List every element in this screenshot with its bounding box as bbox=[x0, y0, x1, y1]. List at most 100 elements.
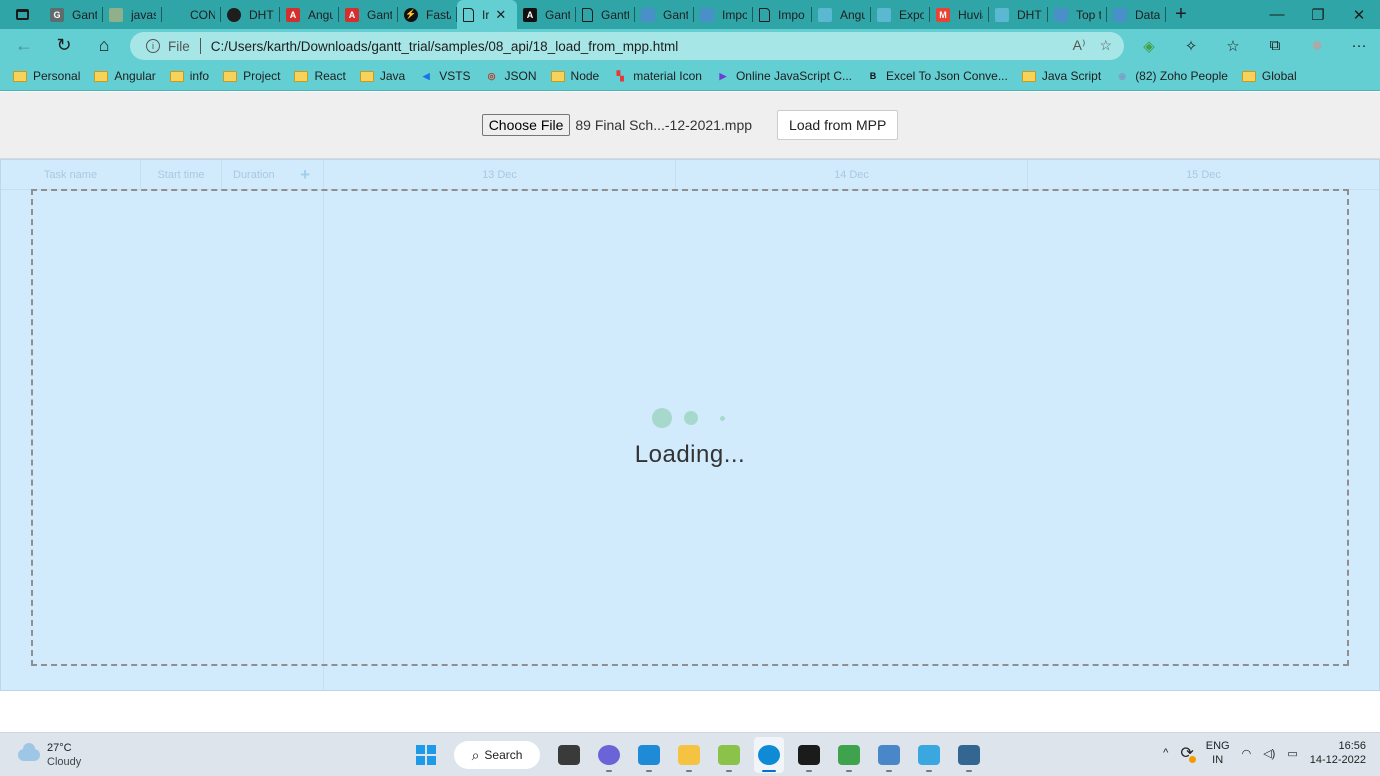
vscode-icon bbox=[638, 745, 660, 765]
column-header-duration[interactable]: Duration + bbox=[222, 160, 324, 190]
gantt-chart: Task name Start time Duration + 13 Dec 1… bbox=[0, 159, 1380, 691]
extensions-icon[interactable]: ✧ bbox=[1170, 37, 1212, 55]
bookmark-item[interactable]: Global bbox=[1241, 69, 1297, 83]
bookmark-item[interactable]: Node bbox=[550, 69, 599, 83]
browser-tab[interactable]: Impo bbox=[694, 0, 753, 29]
browser-tab[interactable]: Angu bbox=[812, 0, 871, 29]
browser-tab[interactable]: Top t bbox=[1048, 0, 1107, 29]
zoho-people-icon: ◉ bbox=[1118, 70, 1127, 81]
browser-tab[interactable]: DHTM bbox=[221, 0, 280, 29]
battery-icon[interactable]: ▭ bbox=[1287, 747, 1297, 760]
volume-icon[interactable]: ◁) bbox=[1263, 747, 1275, 760]
tab-actions-button[interactable] bbox=[0, 0, 44, 29]
bookmark-item[interactable]: B Excel To Json Conve... bbox=[866, 69, 1008, 83]
wifi-icon[interactable]: ◠ bbox=[1242, 747, 1252, 760]
browser-tab[interactable]: G Gantt bbox=[44, 0, 103, 29]
add-favorite-icon[interactable]: ☆ bbox=[1099, 37, 1112, 54]
read-aloud-icon[interactable]: A⁾ bbox=[1073, 37, 1086, 54]
back-button[interactable]: ← bbox=[4, 29, 44, 62]
tab-title: Gantt bbox=[601, 7, 629, 22]
start-button[interactable] bbox=[412, 737, 440, 773]
minimize-button[interactable]: — bbox=[1256, 0, 1298, 29]
taskbar-app-vscode[interactable] bbox=[634, 737, 664, 773]
github-icon bbox=[227, 7, 241, 22]
bookmark-item[interactable]: info bbox=[169, 69, 209, 83]
shield-extension-icon[interactable]: ◈ bbox=[1128, 37, 1170, 55]
browser-tab[interactable]: Ir ✕ bbox=[457, 0, 517, 29]
column-header-task-name[interactable]: Task name bbox=[1, 160, 141, 190]
taskbar-app-app-rocket[interactable] bbox=[834, 737, 864, 773]
taskbar-search[interactable]: ⌕ Search bbox=[454, 741, 540, 769]
refresh-button[interactable]: ↻ bbox=[44, 29, 84, 62]
browser-tab[interactable]: Expor bbox=[871, 0, 930, 29]
browser-tab[interactable]: Impo bbox=[753, 0, 812, 29]
choose-file-button[interactable]: Choose File bbox=[481, 114, 571, 136]
column-header-start-time[interactable]: Start time bbox=[141, 160, 222, 190]
collections-icon[interactable]: ⧉ bbox=[1254, 37, 1296, 54]
bookmark-item[interactable]: Personal bbox=[13, 69, 80, 83]
browser-tab-bar: G Gantt javasc CONS DHTM A Angu A Gantt ⚡ FastA Ir ✕… bbox=[0, 0, 1380, 29]
bookmark-item[interactable]: ▚ material Icon bbox=[613, 69, 702, 83]
browser-tab[interactable]: CONS bbox=[162, 0, 221, 29]
bookmark-item[interactable]: ◎ JSON bbox=[485, 69, 537, 83]
bookmark-item[interactable]: ◀ VSTS bbox=[419, 69, 471, 83]
taskbar-app-python-idle[interactable] bbox=[874, 737, 904, 773]
profile-avatar-icon[interactable]: ● bbox=[1296, 34, 1338, 57]
taskbar-app-notepad-plus-plus[interactable] bbox=[714, 737, 744, 773]
loading-dots bbox=[30, 407, 1347, 429]
page-icon bbox=[582, 7, 593, 22]
browser-tab[interactable]: Gantt bbox=[576, 0, 635, 29]
taskbar-app-teams-chat[interactable] bbox=[594, 737, 624, 773]
browser-tab[interactable]: A Gantt bbox=[339, 0, 398, 29]
bookmark-item[interactable]: Java bbox=[359, 69, 405, 83]
tab-title: CONS bbox=[190, 7, 215, 22]
bookmark-item[interactable]: ▶ Online JavaScript C... bbox=[716, 69, 852, 83]
url-text[interactable]: C:/Users/karth/Downloads/gantt_trial/sam… bbox=[211, 39, 678, 54]
browser-tab[interactable]: javasc bbox=[103, 0, 162, 29]
weather-widget[interactable]: 27°C Cloudy bbox=[18, 741, 81, 769]
browser-tab[interactable]: A Angu bbox=[280, 0, 339, 29]
taskbar-app-edge[interactable] bbox=[754, 737, 784, 773]
gmail-icon: M bbox=[936, 7, 950, 22]
taskbar-app-paint[interactable] bbox=[914, 737, 944, 773]
bookmark-item[interactable]: Angular bbox=[94, 69, 156, 83]
dhx-faded-icon bbox=[818, 7, 832, 22]
bookmark-label: Personal bbox=[33, 69, 81, 83]
taskbar-app-terminal[interactable] bbox=[794, 737, 824, 773]
browser-tab[interactable]: ⚡ FastA bbox=[398, 0, 457, 29]
bookmark-label: material Icon bbox=[633, 69, 702, 83]
restore-button[interactable]: ❐ bbox=[1297, 0, 1339, 29]
running-indicator bbox=[926, 770, 932, 772]
close-tab-icon[interactable]: ✕ bbox=[495, 7, 506, 23]
taskbar-app-task-view[interactable] bbox=[554, 737, 584, 773]
browser-tab[interactable]: M Huvia bbox=[930, 0, 989, 29]
info-icon[interactable]: i bbox=[146, 39, 160, 53]
bookmark-item[interactable]: Java Script bbox=[1021, 69, 1101, 83]
taskbar-app-file-explorer[interactable] bbox=[674, 737, 704, 773]
language-indicator[interactable]: ENG IN bbox=[1206, 739, 1230, 767]
bookmark-item[interactable]: Project bbox=[223, 69, 280, 83]
settings-menu-icon[interactable]: ··· bbox=[1338, 37, 1380, 54]
browser-tab[interactable]: A Gantt bbox=[517, 0, 576, 29]
browser-tab[interactable]: Data bbox=[1107, 0, 1166, 29]
load-from-mpp-button[interactable]: Load from MPP bbox=[777, 110, 899, 140]
new-tab-button[interactable]: + bbox=[1166, 3, 1196, 26]
address-bar[interactable]: i File C:/Users/karth/Downloads/gantt_tr… bbox=[130, 32, 1124, 60]
home-button[interactable]: ⌂ bbox=[84, 29, 124, 62]
json-icon: ◎ bbox=[487, 70, 496, 81]
browser-tab[interactable]: Gantt bbox=[635, 0, 694, 29]
favorites-icon[interactable]: ☆ bbox=[1212, 37, 1254, 55]
close-window-button[interactable]: ✕ bbox=[1338, 0, 1380, 29]
add-task-icon[interactable]: + bbox=[300, 165, 310, 185]
postgresql-icon bbox=[958, 745, 980, 765]
blank-favicon-icon bbox=[168, 8, 182, 22]
clock[interactable]: 16:56 14-12-2022 bbox=[1310, 739, 1366, 767]
bookmark-item[interactable]: React bbox=[294, 69, 346, 83]
taskbar-app-postgresql[interactable] bbox=[954, 737, 984, 773]
show-hidden-icons-chevron[interactable]: ^ bbox=[1163, 747, 1168, 759]
tab-title: Angu bbox=[840, 7, 865, 22]
sync-icon[interactable]: ⟳ bbox=[1180, 743, 1196, 763]
bookmark-item[interactable]: ◉ (82) Zoho People bbox=[1115, 69, 1228, 83]
tab-title: Gantt bbox=[367, 7, 392, 22]
browser-tab[interactable]: DHTM bbox=[989, 0, 1048, 29]
